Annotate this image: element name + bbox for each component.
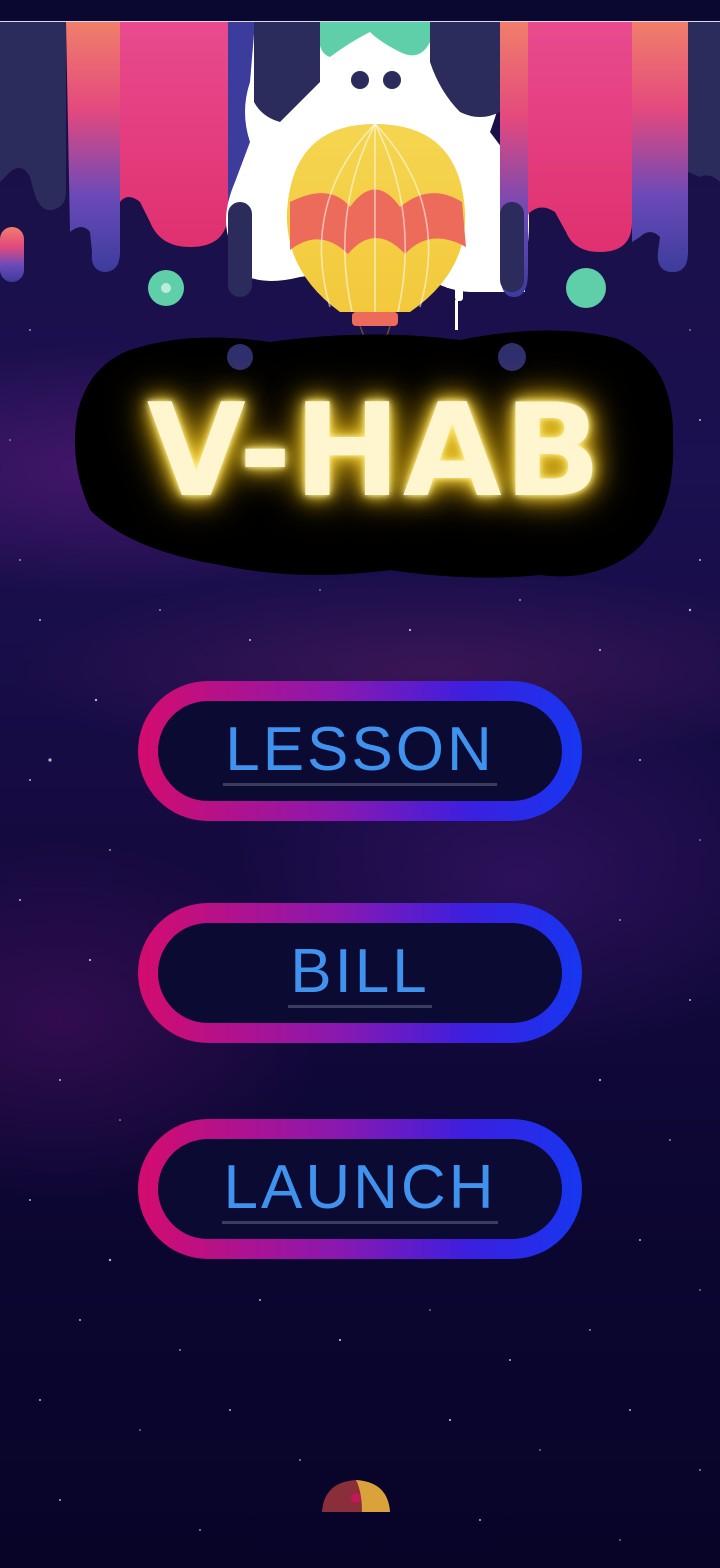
half-circle-icon: [322, 1480, 390, 1512]
launch-button-label: LAUNCH: [221, 1152, 499, 1224]
app-screen: V-HAB LESSON BILL LAUNCH: [0, 0, 720, 1568]
lesson-button[interactable]: LESSON: [138, 681, 582, 821]
lesson-button-label: LESSON: [223, 714, 497, 786]
lesson-button-inner: LESSON: [158, 701, 562, 801]
bill-button[interactable]: BILL: [138, 903, 582, 1043]
bill-button-label: BILL: [288, 936, 432, 1008]
app-logo: V-HAB: [70, 320, 680, 585]
launch-button-inner: LAUNCH: [158, 1139, 562, 1239]
launch-button[interactable]: LAUNCH: [138, 1119, 582, 1259]
app-title: V-HAB: [146, 377, 604, 526]
bill-button-inner: BILL: [158, 923, 562, 1023]
